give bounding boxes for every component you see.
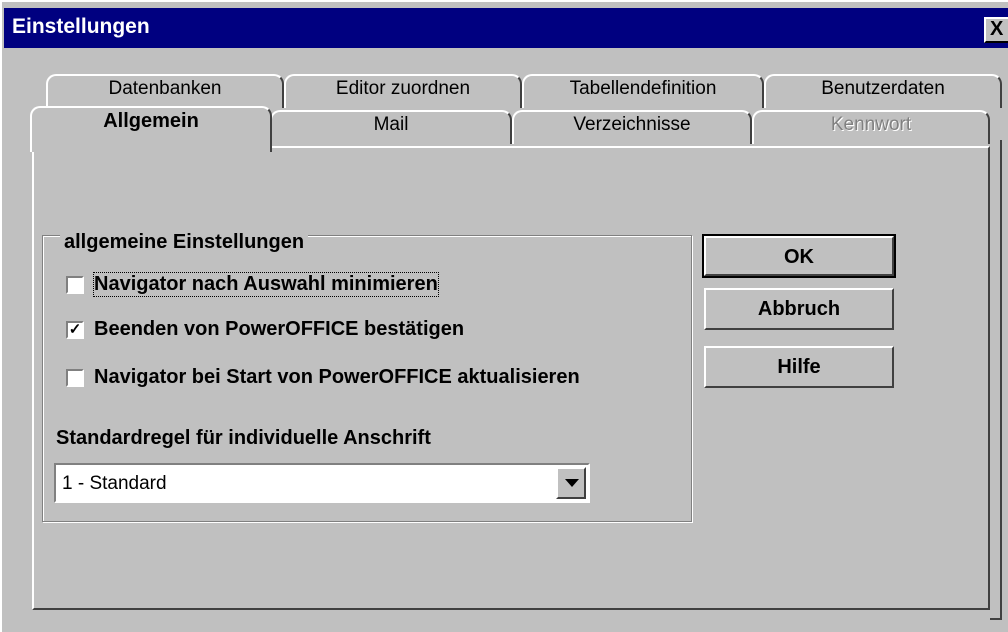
tab-tabellendefinition-label: Tabellendefinition bbox=[569, 78, 717, 99]
tab-verzeichnisse-label: Verzeichnisse bbox=[573, 114, 691, 135]
title-bar[interactable]: Einstellungen X bbox=[4, 8, 1008, 48]
cancel-button[interactable]: Abbruch bbox=[704, 288, 894, 330]
tab-verzeichnisse[interactable]: Verzeichnisse bbox=[512, 110, 752, 144]
tab-tabellendefinition[interactable]: Tabellendefinition bbox=[522, 74, 764, 108]
tab-benutzerdaten[interactable]: Benutzerdaten bbox=[764, 74, 1002, 108]
tab-datenbanken-label: Datenbanken bbox=[108, 78, 222, 99]
dropdown-button[interactable] bbox=[556, 467, 586, 499]
ok-button[interactable]: OK bbox=[702, 234, 896, 278]
checkbox-refresh-navigator[interactable] bbox=[66, 369, 84, 387]
checkbox-confirm-exit-label[interactable]: Beenden von PowerOFFICE bestätigen bbox=[94, 318, 464, 341]
close-icon: X bbox=[990, 18, 1004, 40]
checkbox-confirm-exit[interactable]: ✓ bbox=[66, 321, 84, 339]
tab-editor-zuordnen-label: Editor zuordnen bbox=[335, 78, 471, 99]
checkbox-minimize-navigator-label[interactable]: Navigator nach Auswahl minimieren bbox=[93, 272, 439, 297]
tab-editor-zuordnen[interactable]: Editor zuordnen bbox=[284, 74, 522, 108]
tab-benutzerdaten-label: Benutzerdaten bbox=[821, 78, 945, 99]
tab-kennwort-label: Kennwort bbox=[830, 114, 912, 135]
tab-allgemein[interactable]: Allgemein bbox=[30, 106, 272, 152]
help-button-label: Hilfe bbox=[777, 356, 821, 378]
help-button[interactable]: Hilfe bbox=[704, 346, 894, 388]
chevron-down-icon bbox=[565, 479, 579, 487]
address-rule-label: Standardregel für individuelle Anschrift bbox=[56, 427, 431, 449]
window-title: Einstellungen bbox=[12, 15, 150, 38]
cancel-button-label: Abbruch bbox=[757, 298, 841, 320]
checkmark-icon: ✓ bbox=[68, 321, 82, 338]
tab-allgemein-label: Allgemein bbox=[103, 110, 199, 132]
ok-button-label: OK bbox=[784, 246, 814, 268]
tab-mail-label: Mail bbox=[373, 114, 409, 135]
checkbox-refresh-navigator-label[interactable]: Navigator bei Start von PowerOFFICE aktu… bbox=[94, 366, 580, 389]
checkbox-minimize-navigator[interactable] bbox=[66, 276, 84, 294]
address-rule-value: 1 - Standard bbox=[62, 473, 167, 494]
close-button[interactable]: X bbox=[984, 17, 1008, 43]
group-title: allgemeine Einstellungen bbox=[60, 231, 309, 254]
tab-mail[interactable]: Mail bbox=[270, 110, 512, 144]
tab-kennwort: Kennwort bbox=[752, 110, 990, 144]
tab-datenbanken[interactable]: Datenbanken bbox=[46, 74, 284, 108]
address-rule-select[interactable]: 1 - Standard bbox=[54, 463, 590, 503]
tab-panel-back-edge bbox=[990, 140, 1002, 620]
settings-dialog: Einstellungen X Datenbanken Editor zuord… bbox=[0, 0, 1008, 632]
